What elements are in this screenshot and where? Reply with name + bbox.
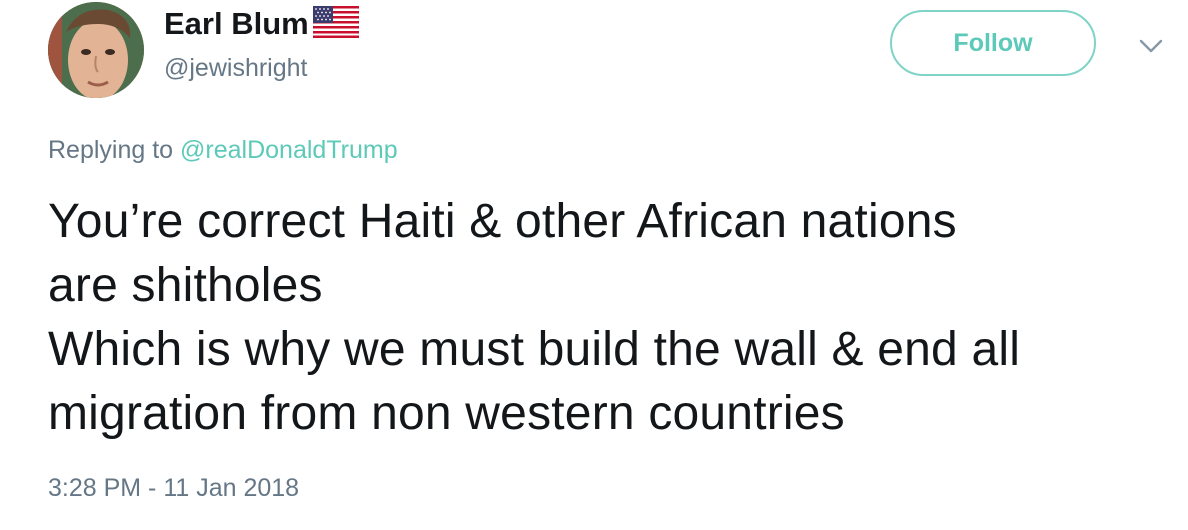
us-flag-icon [312,5,360,39]
tweet-line: are shitholes [48,259,323,312]
avatar[interactable] [48,2,144,98]
reply-prefix: Replying to [48,136,174,164]
tweet-text: You’re correct Haiti & other African nat… [48,190,1178,446]
reply-context: Replying to @realDonaldTrump [48,136,398,165]
chevron-down-icon[interactable] [1138,36,1164,56]
display-name[interactable]: Earl Blum [164,5,360,42]
display-name-text: Earl Blum [164,6,309,41]
avatar-image [48,2,144,98]
tweet-line: You’re correct Haiti & other African nat… [48,195,957,248]
reply-mention-link[interactable]: @realDonaldTrump [180,136,398,164]
follow-button[interactable]: Follow [890,10,1096,76]
user-handle[interactable]: @jewishright [164,54,307,83]
tweet-line: migration from non western countries [48,387,845,440]
tweet-line: Which is why we must build the wall & en… [48,323,1021,376]
tweet-timestamp[interactable]: 3:28 PM - 11 Jan 2018 [48,474,299,503]
